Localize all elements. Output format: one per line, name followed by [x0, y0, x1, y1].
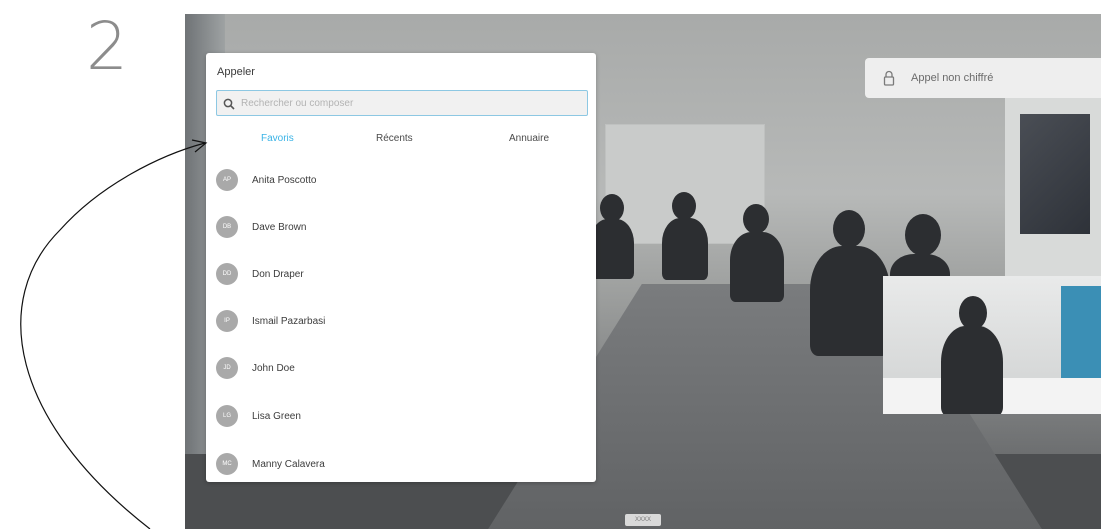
avatar: LG	[216, 405, 238, 427]
contact-name: Lisa Green	[252, 410, 301, 422]
panel-title: Appeler	[217, 66, 255, 78]
encryption-text: Appel non chiffré	[911, 72, 994, 84]
encryption-status: Appel non chiffré	[865, 58, 1101, 98]
participant	[662, 218, 708, 280]
tab-favorites[interactable]: Favoris	[261, 133, 294, 144]
avatar: DB	[216, 216, 238, 238]
contact-item[interactable]: AP Anita Poscotto	[216, 167, 588, 193]
tab-recents[interactable]: Récents	[376, 133, 413, 144]
wall-picture	[1020, 114, 1090, 234]
search-box[interactable]	[216, 90, 588, 116]
search-input[interactable]	[241, 93, 587, 113]
self-view[interactable]	[883, 276, 1101, 414]
contact-name: John Doe	[252, 362, 295, 374]
participant-head	[905, 214, 941, 256]
contact-name: Ismail Pazarbasi	[252, 315, 326, 327]
participant	[810, 246, 890, 356]
self-view-person	[941, 326, 1003, 414]
participant-head	[743, 204, 769, 234]
self-view-person-head	[959, 296, 987, 330]
contact-name: Manny Calavera	[252, 458, 325, 470]
contact-item[interactable]: DB Dave Brown	[216, 214, 588, 240]
avatar: IP	[216, 310, 238, 332]
contact-item[interactable]: DD Don Draper	[216, 261, 588, 287]
avatar: DD	[216, 263, 238, 285]
lock-icon	[883, 70, 895, 86]
participant	[730, 232, 784, 302]
search-icon	[223, 97, 235, 110]
avatar: AP	[216, 169, 238, 191]
contact-name: Don Draper	[252, 268, 304, 280]
contact-item[interactable]: LG Lisa Green	[216, 403, 588, 429]
avatar: MC	[216, 453, 238, 475]
contact-name: Anita Poscotto	[252, 174, 317, 186]
participant-head	[672, 192, 696, 220]
participant-head	[833, 210, 865, 248]
contact-item[interactable]: JD John Doe	[216, 355, 588, 381]
step-number: 2	[86, 8, 128, 85]
tab-bar: Favoris Récents Annuaire	[206, 133, 596, 151]
participant	[590, 219, 634, 279]
bottom-label: XXXX	[625, 514, 661, 526]
avatar: JD	[216, 357, 238, 379]
participant-head	[600, 194, 624, 222]
contact-item[interactable]: IP Ismail Pazarbasi	[216, 308, 588, 334]
contact-name: Dave Brown	[252, 221, 307, 233]
contact-item[interactable]: MC Manny Calavera	[216, 451, 588, 477]
tab-directory[interactable]: Annuaire	[509, 133, 549, 144]
call-panel: Appeler Favoris Récents Annuaire AP Anit…	[206, 53, 596, 482]
